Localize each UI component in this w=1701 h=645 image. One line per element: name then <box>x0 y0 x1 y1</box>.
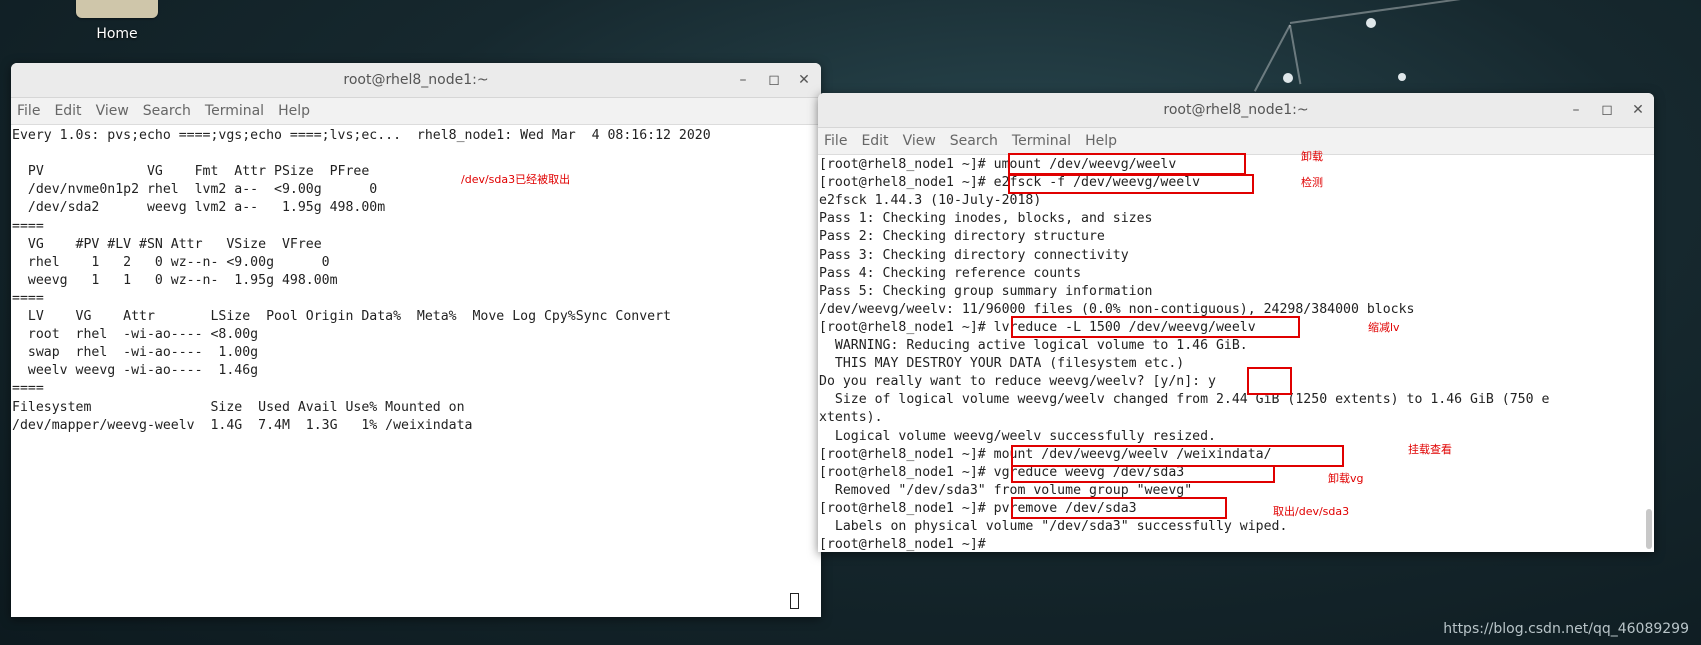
terminal-line: ==== <box>12 290 44 306</box>
window-title: root@rhel8_node1:~ <box>343 72 489 88</box>
maximize-icon[interactable]: ◻ <box>1595 93 1619 127</box>
menu-help[interactable]: Help <box>1085 128 1117 154</box>
wallpaper-line <box>1289 0 1518 24</box>
menu-view[interactable]: View <box>96 98 129 124</box>
wallpaper-dot <box>1398 73 1406 81</box>
left-terminal-titlebar[interactable]: root@rhel8_node1:~ – ◻ ✕ <box>11 63 821 98</box>
highlight-box <box>1247 367 1292 395</box>
annotation-remove-sda3: 取出/dev/sda3 <box>1273 505 1350 518</box>
terminal-line: PV VG Fmt Attr PSize PFree <box>12 164 370 180</box>
highlight-box <box>1011 316 1300 338</box>
highlight-box <box>1008 153 1246 175</box>
maximize-icon[interactable]: ◻ <box>762 63 786 97</box>
terminal-line: ==== <box>12 381 44 397</box>
terminal-line: Size of logical volume weevg/weelv chang… <box>819 392 1550 408</box>
annotation-umount: 卸载 <box>1301 150 1323 163</box>
highlight-box <box>1011 445 1344 467</box>
left-terminal-output[interactable]: Every 1.0s: pvs;echo ====;vgs;echo ====;… <box>11 125 821 617</box>
annotation-mount-check: 挂载查看 <box>1408 443 1452 456</box>
minimize-icon[interactable]: – <box>731 63 755 97</box>
menu-search[interactable]: Search <box>950 128 998 154</box>
terminal-line: xtents). <box>819 410 883 426</box>
terminal-line: Pass 5: Checking group summary informati… <box>819 283 1153 299</box>
close-icon[interactable]: ✕ <box>792 63 816 97</box>
terminal-line: root rhel -wi-ao---- <8.00g <box>12 327 259 343</box>
terminal-line: THIS MAY DESTROY YOUR DATA (filesystem e… <box>819 356 1185 372</box>
menu-file[interactable]: File <box>824 128 847 154</box>
menu-file[interactable]: File <box>17 98 40 124</box>
terminal-line: /dev/nvme0n1p2 rhel lvm2 a-- <9.00g 0 <box>12 182 378 198</box>
watermark: https://blog.csdn.net/qq_46089299 <box>1443 621 1689 637</box>
right-terminal-output[interactable]: [root@rhel8_node1 ~]# umount /dev/weevg/… <box>818 155 1654 552</box>
terminal-line: [root@rhel8_node1 ~]# <box>819 537 986 552</box>
terminal-line: Every 1.0s: pvs;echo ====;vgs;echo ====;… <box>12 128 711 143</box>
menu-edit[interactable]: Edit <box>54 98 81 124</box>
menu-terminal[interactable]: Terminal <box>1012 128 1071 154</box>
right-terminal-window[interactable]: root@rhel8_node1:~ – ◻ ✕ File Edit View Sea… <box>818 93 1654 552</box>
highlight-box <box>1011 497 1227 519</box>
highlight-box <box>1011 465 1275 483</box>
right-menubar: File Edit View Search Terminal Help <box>818 128 1654 155</box>
home-label: Home <box>96 26 138 42</box>
terminal-line: WARNING: Reducing active logical volume … <box>819 338 1248 353</box>
menu-help[interactable]: Help <box>278 98 310 124</box>
terminal-line: e2fsck 1.44.3 (10-July-2018) <box>819 193 1042 209</box>
annotation-reduce-lv: 缩减lv <box>1368 321 1400 334</box>
left-menubar: File Edit View Search Terminal Help <box>11 98 821 125</box>
scrollbar[interactable] <box>1646 509 1652 549</box>
right-terminal-titlebar[interactable]: root@rhel8_node1:~ – ◻ ✕ <box>818 93 1654 128</box>
terminal-line: VG #PV #LV #SN Attr VSize VFree <box>12 236 322 252</box>
minimize-icon[interactable]: – <box>1564 93 1588 127</box>
annotation-check: 检测 <box>1301 176 1323 189</box>
terminal-line: Pass 2: Checking directory structure <box>819 229 1105 245</box>
terminal-line: weelv weevg -wi-ao---- 1.46g <box>12 363 259 379</box>
wallpaper-dot <box>1366 18 1376 28</box>
terminal-line: /dev/sda2 weevg lvm2 a-- 1.95g 498.00m <box>12 200 386 216</box>
terminal-line: swap rhel -wi-ao---- 1.00g <box>12 345 259 361</box>
terminal-line: Pass 4: Checking reference counts <box>819 265 1082 281</box>
terminal-line: Pass 3: Checking directory connectivity <box>819 247 1129 263</box>
terminal-line: Filesystem Size Used Avail Use% Mounted … <box>12 399 465 415</box>
menu-terminal[interactable]: Terminal <box>205 98 264 124</box>
left-terminal-window[interactable]: root@rhel8_node1:~ – ◻ ✕ File Edit View Sea… <box>11 63 821 617</box>
terminal-line: Do you really want to reduce weevg/weelv… <box>819 374 1216 390</box>
terminal-line: LV VG Attr LSize Pool Origin Data% Meta%… <box>12 309 671 324</box>
home-folder-icon[interactable]: Home <box>72 0 162 42</box>
close-icon[interactable]: ✕ <box>1626 93 1650 127</box>
annotation-reduce-vg: 卸载vg <box>1328 472 1364 485</box>
highlight-box <box>1008 174 1254 194</box>
menu-edit[interactable]: Edit <box>861 128 888 154</box>
terminal-line: Labels on physical volume "/dev/sda3" su… <box>819 519 1288 534</box>
terminal-cursor <box>790 593 799 609</box>
menu-search[interactable]: Search <box>143 98 191 124</box>
terminal-line: Logical volume weevg/weelv successfully … <box>819 428 1216 444</box>
terminal-line: Pass 1: Checking inodes, blocks, and siz… <box>819 211 1153 227</box>
terminal-line: weevg 1 1 0 wz--n- 1.95g 498.00m <box>12 272 338 288</box>
wallpaper-dot <box>1283 73 1293 83</box>
terminal-line: rhel 1 2 0 wz--n- <9.00g 0 <box>12 254 330 270</box>
menu-view[interactable]: View <box>903 128 936 154</box>
annotation-sda3-removed: /dev/sda3已经被取出 <box>461 173 571 186</box>
folder-icon <box>76 0 158 18</box>
terminal-line: ==== <box>12 218 44 234</box>
window-title: root@rhel8_node1:~ <box>1163 102 1309 118</box>
terminal-line: /dev/mapper/weevg-weelv 1.4G 7.4M 1.3G 1… <box>12 417 473 433</box>
